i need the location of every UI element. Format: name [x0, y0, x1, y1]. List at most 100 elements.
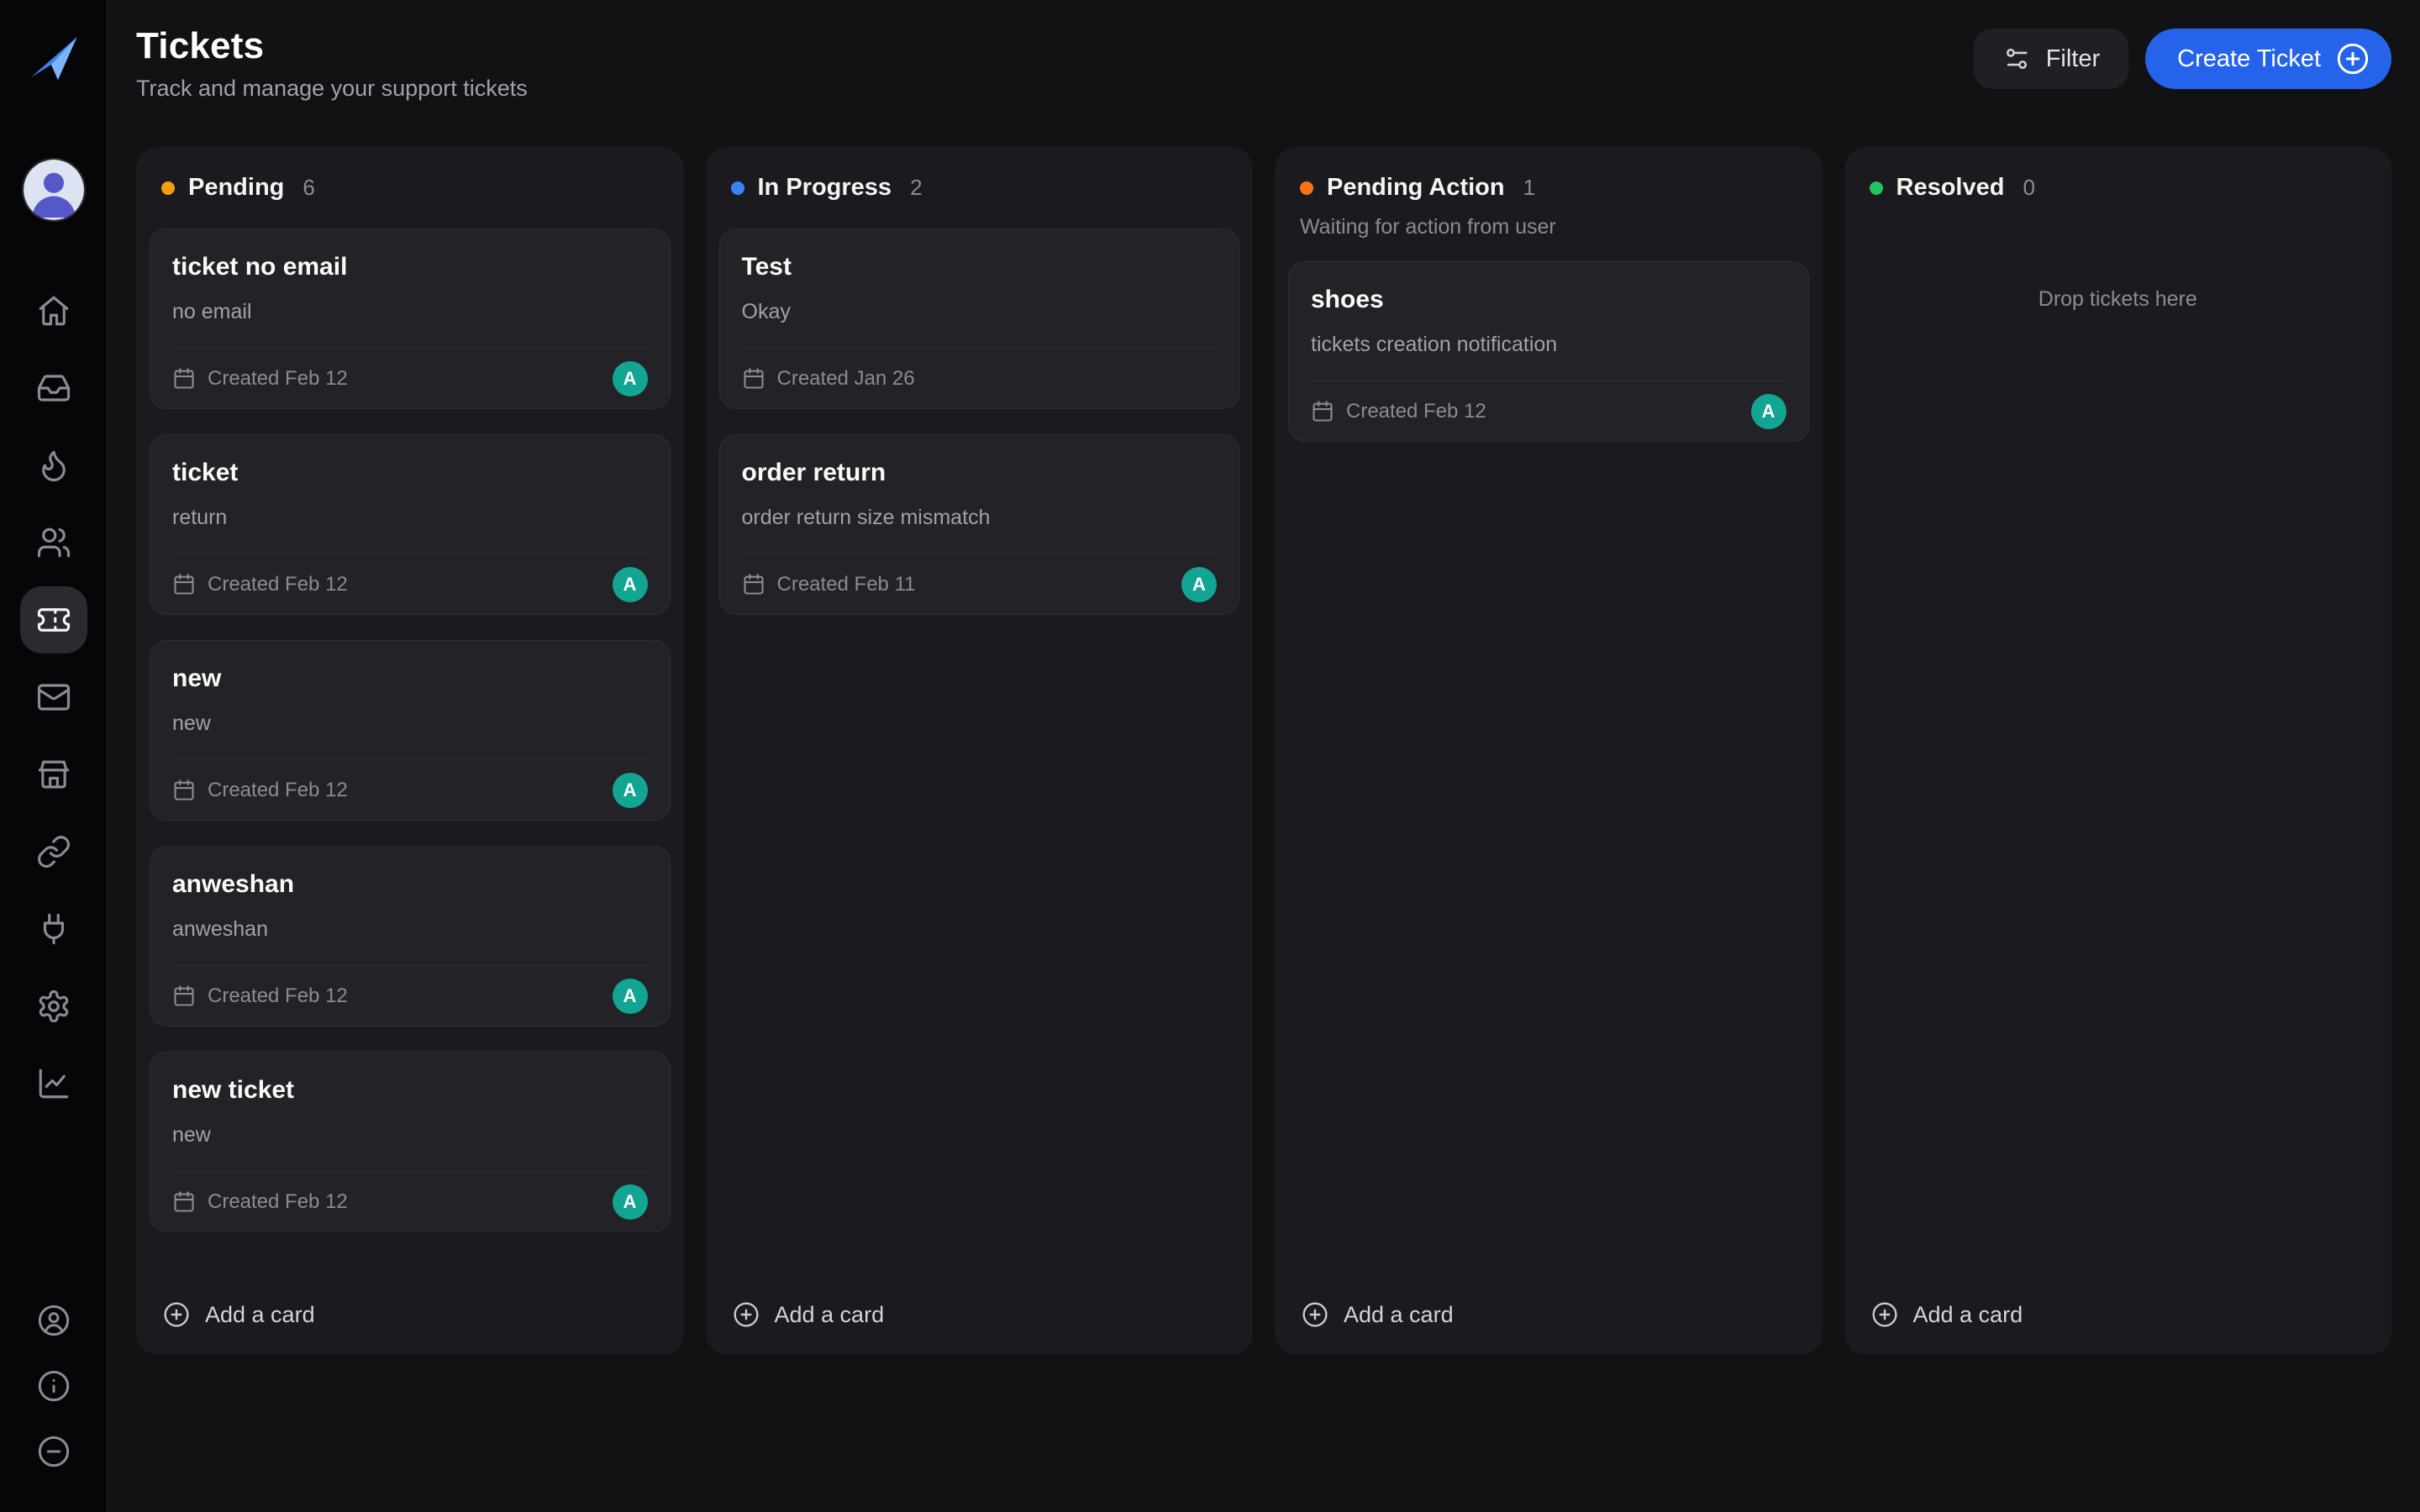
- add-card-button[interactable]: Add a card: [136, 1281, 684, 1355]
- users-icon: [36, 525, 71, 560]
- ticket-card[interactable]: new ticket new Created Feb 12 A: [150, 1052, 671, 1232]
- card-created-date: Created Feb 12: [1346, 400, 1486, 423]
- flame-icon: [36, 448, 71, 483]
- sidebar-item-minus-circle[interactable]: [30, 1428, 77, 1475]
- card-footer: Created Feb 12 A: [172, 965, 648, 1026]
- card-created-date: Created Feb 12: [208, 779, 348, 802]
- column-status-dot: [161, 181, 175, 195]
- calendar-icon: [172, 984, 196, 1008]
- card-footer: Created Jan 26: [742, 348, 1218, 408]
- ticket-card[interactable]: anweshan anweshan Created Feb 12 A: [150, 846, 671, 1026]
- create-ticket-button[interactable]: Create Ticket: [2145, 29, 2391, 89]
- plus-circle-icon: [1871, 1301, 1898, 1328]
- card-description: no email: [172, 300, 648, 324]
- sidebar-item-inbox[interactable]: [20, 354, 87, 422]
- header-actions: Filter Create Ticket: [1974, 29, 2391, 89]
- ticket-card[interactable]: ticket no email no email Created Feb 12 …: [150, 228, 671, 409]
- kanban-column: Pending Action 1 Waiting for action from…: [1275, 147, 1823, 1355]
- assignee-avatar: A: [1181, 567, 1217, 602]
- create-ticket-label: Create Ticket: [2177, 45, 2321, 73]
- card-created: Created Feb 12: [172, 367, 348, 391]
- plus-circle-icon: [163, 1301, 190, 1328]
- sidebar-item-link[interactable]: [20, 818, 87, 885]
- main-content: Tickets Track and manage your support ti…: [108, 0, 2420, 1512]
- board: Pending 6 ticket no email no email Creat…: [136, 147, 2391, 1355]
- kanban-column: In Progress 2 Test Okay Created Jan 26 o…: [706, 147, 1254, 1355]
- calendar-icon: [742, 367, 765, 391]
- settings-icon: [36, 989, 71, 1024]
- card-created: Created Jan 26: [742, 367, 915, 391]
- card-footer: Created Feb 12 A: [1311, 381, 1786, 441]
- column-header: Resolved 0: [1844, 147, 2392, 207]
- filter-button-label: Filter: [2046, 45, 2100, 73]
- add-card-label: Add a card: [1913, 1302, 2023, 1328]
- card-created-date: Created Feb 12: [208, 984, 348, 1008]
- add-card-button[interactable]: Add a card: [1275, 1281, 1823, 1355]
- add-card-button[interactable]: Add a card: [1844, 1281, 2392, 1355]
- sidebar-item-home[interactable]: [20, 277, 87, 344]
- inbox-icon: [36, 370, 71, 406]
- add-card-label: Add a card: [1344, 1302, 1454, 1328]
- ticket-card[interactable]: Test Okay Created Jan 26: [719, 228, 1240, 409]
- card-description: tickets creation notification: [1311, 333, 1786, 357]
- card-description: return: [172, 506, 648, 530]
- assignee-avatar: A: [613, 567, 648, 602]
- card-created: Created Feb 12: [172, 779, 348, 802]
- sidebar-item-info-circle[interactable]: [30, 1362, 77, 1410]
- sidebar-item-plug[interactable]: [20, 895, 87, 963]
- add-card-label: Add a card: [775, 1302, 885, 1328]
- card-title: new ticket: [172, 1076, 648, 1105]
- sidebar-footer: [30, 1297, 77, 1475]
- app-logo[interactable]: [26, 30, 82, 86]
- ticket-icon: [36, 602, 71, 638]
- page-heading-group: Tickets Track and manage your support ti…: [136, 25, 528, 102]
- sidebar-item-ticket[interactable]: [20, 586, 87, 654]
- ticket-card[interactable]: order return order return size mismatch …: [719, 434, 1240, 615]
- sidebar-item-settings[interactable]: [20, 973, 87, 1040]
- column-status-dot: [1870, 181, 1883, 195]
- card-created-date: Created Feb 12: [208, 1190, 348, 1214]
- card-title: ticket: [172, 459, 648, 487]
- calendar-icon: [172, 1190, 196, 1214]
- card-title: shoes: [1311, 286, 1786, 314]
- user-circle-icon: [37, 1304, 71, 1337]
- sidebar-item-chart[interactable]: [20, 1050, 87, 1117]
- card-description: new: [172, 711, 648, 736]
- card-description: order return size mismatch: [742, 506, 1218, 530]
- card-created: Created Feb 12: [172, 984, 348, 1008]
- assignee-avatar: A: [613, 361, 648, 396]
- chart-icon: [36, 1066, 71, 1101]
- plus-circle-icon: [1302, 1301, 1328, 1328]
- plus-circle-icon: [733, 1301, 760, 1328]
- sidebar-item-flame[interactable]: [20, 432, 87, 499]
- column-header: In Progress 2: [706, 147, 1254, 207]
- column-subtitle: Waiting for action from user: [1275, 207, 1823, 239]
- card-footer: Created Feb 11 A: [742, 554, 1218, 614]
- ticket-card[interactable]: ticket return Created Feb 12 A: [150, 434, 671, 615]
- calendar-icon: [172, 573, 196, 596]
- ticket-card[interactable]: new new Created Feb 12 A: [150, 640, 671, 821]
- card-title: anweshan: [172, 870, 648, 899]
- card-description: Okay: [742, 300, 1218, 324]
- column-header: Pending 6: [136, 147, 684, 207]
- card-list: shoes tickets creation notification Crea…: [1275, 239, 1823, 1281]
- filter-button[interactable]: Filter: [1974, 29, 2128, 89]
- column-count: 2: [910, 175, 922, 201]
- column-status-dot: [731, 181, 744, 195]
- card-list: Drop tickets here: [1844, 207, 2392, 1281]
- column-header: Pending Action 1: [1275, 147, 1823, 207]
- sidebar-item-user-circle[interactable]: [30, 1297, 77, 1344]
- card-title: ticket no email: [172, 253, 648, 281]
- column-empty-text: Drop tickets here: [1858, 228, 2379, 312]
- column-count: 6: [302, 175, 314, 201]
- sidebar-item-users[interactable]: [20, 509, 87, 576]
- sidebar: [0, 0, 108, 1512]
- user-avatar[interactable]: [22, 158, 86, 222]
- ticket-card[interactable]: shoes tickets creation notification Crea…: [1288, 261, 1809, 442]
- store-icon: [36, 757, 71, 792]
- sidebar-item-store[interactable]: [20, 741, 87, 808]
- assignee-avatar: A: [613, 979, 648, 1014]
- add-card-button[interactable]: Add a card: [706, 1281, 1254, 1355]
- column-title: Pending Action: [1327, 174, 1505, 202]
- sidebar-item-mail[interactable]: [20, 664, 87, 731]
